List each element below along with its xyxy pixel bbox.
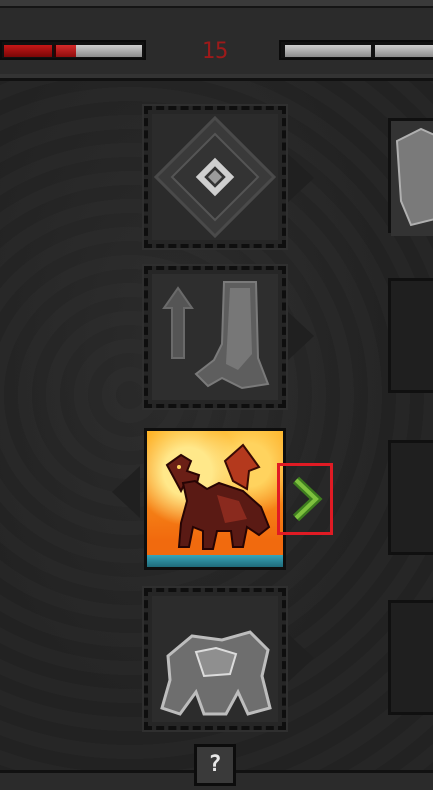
slot-arrow-left: [112, 466, 140, 518]
ability-card-golem[interactable]: [142, 586, 288, 732]
side-card-1[interactable]: [388, 118, 433, 236]
turn-counter: 15: [201, 39, 229, 64]
rune-icon: [152, 114, 278, 240]
slot-arrow-right: [286, 310, 314, 362]
health-empty-segment: [76, 45, 142, 57]
dragon-icon: [165, 443, 271, 550]
enemy-meter-segment: [285, 45, 371, 57]
side-card-4[interactable]: [388, 600, 433, 715]
top-hud: 15: [0, 0, 433, 81]
top-hud-edge: [0, 0, 433, 8]
claw-upgrade-icon: [152, 274, 278, 400]
health-meter: [0, 40, 146, 60]
side-card-2[interactable]: [388, 278, 433, 393]
ability-card-claw[interactable]: [142, 264, 288, 410]
help-button[interactable]: ?: [194, 744, 236, 786]
card-face: [152, 596, 278, 722]
golem-icon: [152, 596, 278, 722]
slot-arrow-right: [286, 152, 314, 204]
health-segment: [4, 45, 52, 57]
ability-card-rune[interactable]: [142, 104, 288, 250]
health-segment: [54, 45, 76, 57]
side-card-3[interactable]: [388, 440, 433, 555]
side-card-art: [391, 121, 433, 236]
selection-highlight: [277, 463, 333, 535]
enemy-meter-segment: [375, 45, 433, 57]
card-face: [152, 114, 278, 240]
ability-card-dragon[interactable]: [144, 428, 286, 570]
water-strip: [147, 555, 283, 567]
card-face: [152, 274, 278, 400]
slot-arrow-right: [286, 632, 314, 684]
enemy-meter: [279, 40, 433, 60]
game-screen: 15 ?: [0, 0, 433, 790]
